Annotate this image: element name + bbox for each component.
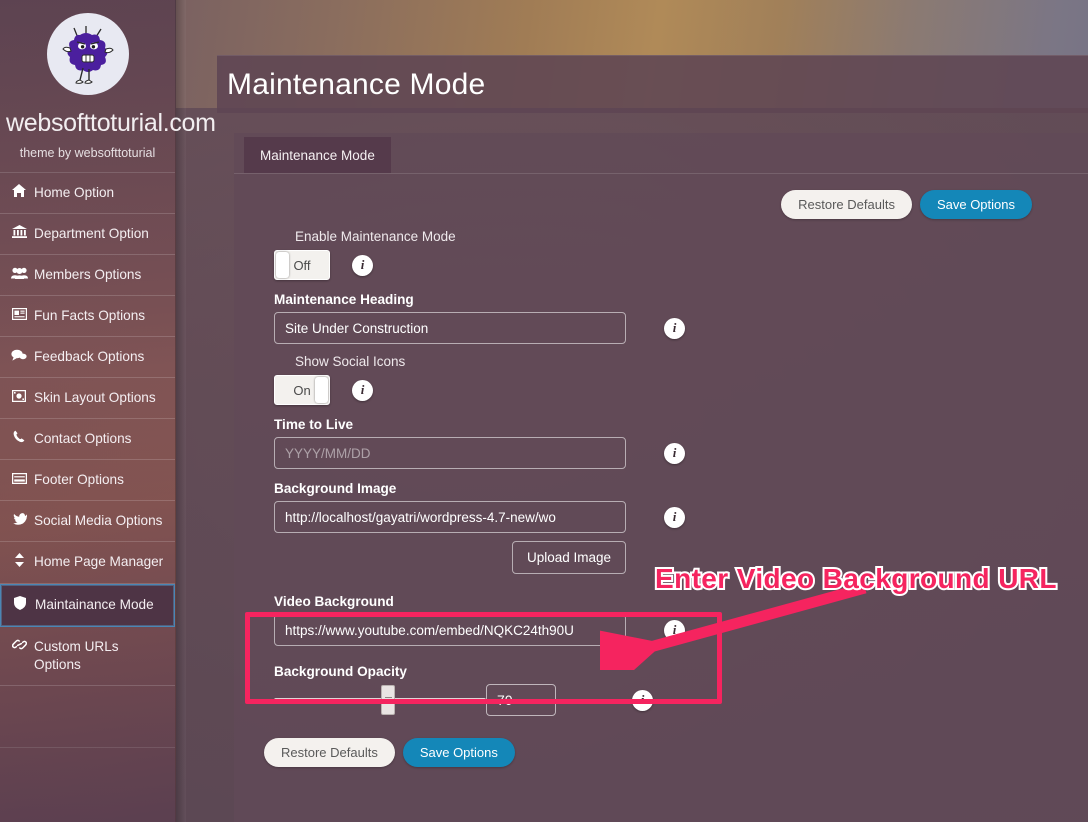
sidebar-item-home-option[interactable]: Home Option	[0, 173, 175, 214]
info-icon[interactable]: i	[664, 506, 685, 528]
background-image-input[interactable]	[274, 501, 626, 533]
sidebar-item-label: Members Options	[34, 267, 142, 282]
sidebar-item-label: Home Page Manager	[34, 554, 164, 569]
video-background-row: i	[274, 614, 1088, 646]
info-icon[interactable]: i	[664, 442, 685, 464]
field-background-opacity: Background Opacity i	[234, 646, 1088, 716]
options-panel: Maintenance Mode Restore Defaults Save O…	[234, 133, 1088, 822]
upload-image-button[interactable]: Upload Image	[512, 541, 627, 574]
comment-icon	[11, 348, 27, 366]
sort-icon	[11, 553, 27, 572]
info-icon[interactable]: i	[352, 379, 373, 401]
site-logo	[46, 13, 129, 95]
sidebar-item-label: Feedback Options	[34, 349, 145, 364]
link-icon	[11, 638, 27, 656]
enable-maintenance-label: Enable Maintenance Mode	[295, 229, 456, 244]
bottom-button-row: Restore Defaults Save Options	[234, 716, 1088, 767]
sidebar-item-label: Skin Layout Options	[34, 390, 156, 405]
time-to-live-label: Time to Live	[274, 417, 354, 432]
toggle-knob	[276, 252, 289, 278]
field-video-background: Video Background i	[234, 574, 1088, 646]
save-options-button-bottom[interactable]: Save Options	[402, 738, 515, 767]
home-icon	[11, 184, 27, 202]
tab-maintenance-mode[interactable]: Maintenance Mode	[244, 137, 391, 173]
toggle-knob	[315, 377, 328, 403]
page-header: Maintenance Mode	[217, 55, 1088, 113]
tab-label: Maintenance Mode	[260, 148, 375, 163]
sidebar-item-label: Contact Options	[34, 431, 132, 446]
info-icon[interactable]: i	[664, 619, 685, 641]
show-social-icons-toggle[interactable]: On	[274, 375, 330, 405]
field-background-image: Background Image i Upload Image	[234, 469, 1088, 574]
maintenance-heading-label: Maintenance Heading	[274, 292, 414, 307]
info-icon[interactable]: i	[352, 254, 373, 276]
top-button-row: Restore Defaults Save Options	[234, 174, 1088, 219]
info-icon[interactable]: i	[632, 689, 653, 711]
background-opacity-label: Background Opacity	[274, 664, 407, 679]
site-tagline: theme by websofttoturial	[19, 146, 156, 160]
sidebar-item-contact-options[interactable]: Contact Options	[0, 419, 175, 460]
show-social-icons-row: On i	[274, 375, 1088, 405]
shield-icon	[12, 596, 28, 615]
sidebar-item-footer-options[interactable]: Footer Options	[0, 460, 175, 501]
sidebar-item-label: Social Media Options	[34, 513, 163, 528]
window-icon	[11, 471, 27, 489]
sidebar-item-label: Maintainance Mode	[35, 597, 154, 612]
users-icon	[11, 266, 28, 284]
video-background-input[interactable]	[274, 614, 626, 646]
background-image-label: Background Image	[274, 481, 397, 496]
sidebar-item-label: Fun Facts Options	[34, 308, 146, 323]
app-root: websofttoturial.com theme by websofttotu…	[0, 0, 1088, 822]
bank-icon	[11, 225, 27, 243]
sidebar-item-label: Department Option	[34, 226, 149, 241]
twitter-icon	[11, 512, 28, 530]
sidebar-item-maintainance-mode[interactable]: Maintainance Mode	[0, 584, 175, 627]
page-title: Maintenance Mode	[227, 67, 486, 101]
background-opacity-row: i	[274, 684, 1088, 716]
sidebar-item-department-option[interactable]: Department Option	[0, 214, 175, 255]
site-title: websofttoturial.com	[6, 109, 216, 137]
enable-maintenance-row: Off i	[274, 250, 1088, 280]
field-show-social-icons: Show Social Icons On i	[234, 344, 1088, 405]
sidebar-item-social-media-options[interactable]: Social Media Options	[0, 501, 175, 542]
sidebar-item-fun-facts-options[interactable]: Fun Facts Options	[0, 296, 175, 337]
restore-defaults-button-bottom[interactable]: Restore Defaults	[264, 738, 395, 767]
opacity-value-input[interactable]	[486, 684, 556, 716]
sidebar-item-label: Home Option	[34, 185, 115, 200]
upload-row: Upload Image	[274, 533, 1088, 574]
maintenance-heading-input[interactable]	[274, 312, 626, 344]
time-to-live-input[interactable]	[274, 437, 626, 469]
sidebar-item-members-options[interactable]: Members Options	[0, 255, 175, 296]
news-icon	[11, 307, 27, 325]
opacity-slider-track[interactable]	[274, 685, 486, 715]
sidebar-filler	[0, 686, 175, 748]
background-image-row: i	[274, 501, 1088, 533]
field-time-to-live: Time to Live i	[234, 405, 1088, 469]
field-enable-maintenance-mode: Enable Maintenance Mode Off i	[234, 219, 1088, 280]
opacity-slider-handle[interactable]	[381, 685, 396, 715]
image-icon	[11, 389, 27, 407]
enable-maintenance-toggle[interactable]: Off	[274, 250, 330, 280]
maintenance-heading-row: i	[274, 312, 1088, 344]
sidebar-item-home-page-manager[interactable]: Home Page Manager	[0, 542, 175, 584]
monster-logo-icon	[61, 26, 114, 84]
sidebar: websofttoturial.com theme by websofttotu…	[0, 0, 216, 822]
sidebar-item-skin-layout-options[interactable]: Skin Layout Options	[0, 378, 175, 419]
tab-bar: Maintenance Mode	[234, 133, 1088, 174]
sidebar-item-label: Custom URLs Options	[34, 639, 119, 672]
restore-defaults-button-top[interactable]: Restore Defaults	[781, 190, 912, 219]
sidebar-item-label: Footer Options	[34, 472, 124, 487]
panel-body: Restore Defaults Save Options Enable Mai…	[234, 174, 1088, 767]
show-social-icons-label: Show Social Icons	[295, 354, 406, 369]
video-background-label: Video Background	[274, 594, 394, 609]
info-icon[interactable]: i	[664, 317, 685, 339]
phone-icon	[11, 430, 27, 448]
save-options-button-top[interactable]: Save Options	[919, 190, 1032, 219]
time-to-live-row: i	[274, 437, 1088, 469]
sidebar-item-custom-urls-options[interactable]: Custom URLs Options	[0, 627, 175, 686]
sidebar-item-feedback-options[interactable]: Feedback Options	[0, 337, 175, 378]
field-maintenance-heading: Maintenance Heading i	[234, 280, 1088, 344]
